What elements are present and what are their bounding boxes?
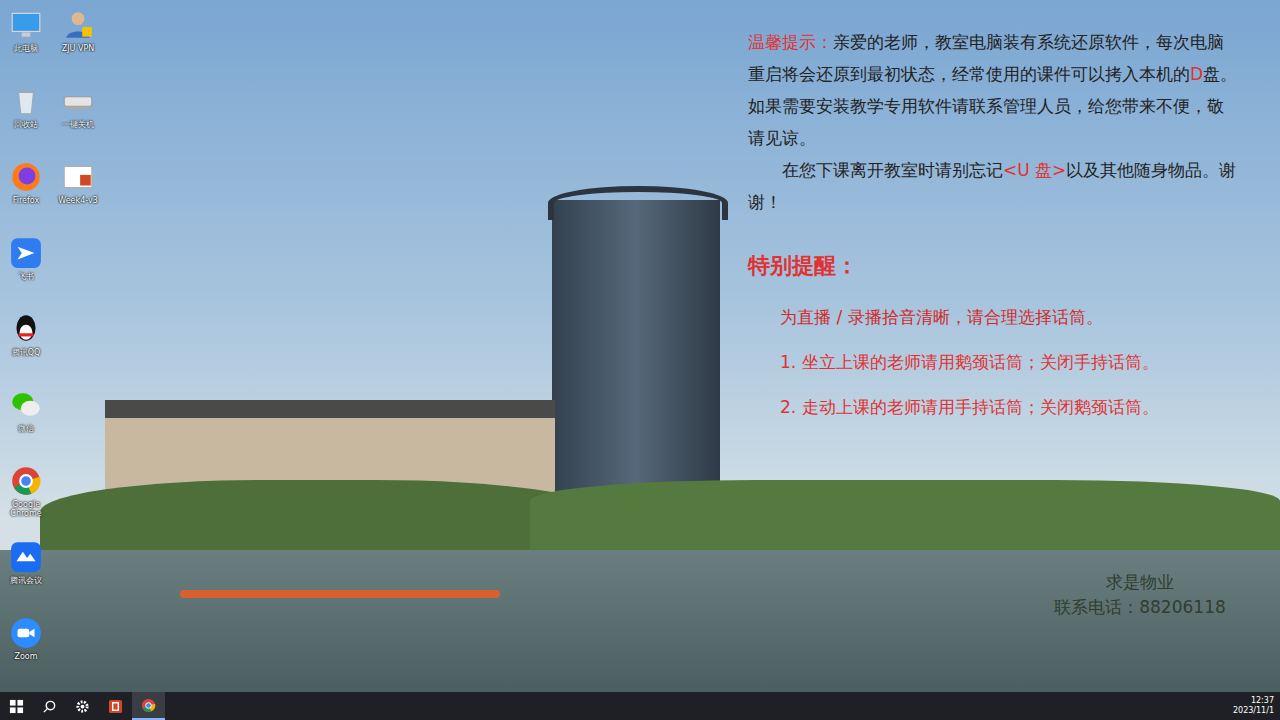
zoom-icon — [9, 616, 43, 650]
doc-icon — [61, 160, 95, 194]
notice-text: 在您下课离开教室时请别忘记 — [782, 160, 1003, 180]
icon-label: 腾讯QQ — [12, 348, 41, 357]
desktop-icon[interactable]: 微信 — [0, 386, 52, 462]
desktop-icon[interactable]: Zoom — [0, 614, 52, 690]
wechat-icon — [9, 388, 43, 422]
icon-label: 回收站 — [14, 120, 38, 129]
desktop-icon[interactable]: 腾讯QQ — [0, 310, 52, 386]
special-line: 为直播 / 录播拾音清晰，请合理选择话筒。 — [748, 306, 1238, 329]
notice-text: D — [1190, 64, 1203, 84]
icon-label: 微信 — [18, 424, 34, 433]
recycle-icon — [9, 84, 43, 118]
start-icon — [9, 699, 24, 714]
taskbar-item[interactable] — [33, 692, 66, 720]
desktop-icon[interactable]: 此电脑 — [0, 6, 52, 82]
desktop-icon[interactable]: 回收站 — [0, 82, 52, 158]
desktop-icon[interactable]: Firefox — [0, 158, 52, 234]
qq-icon — [9, 312, 43, 346]
powerpoint-icon — [108, 699, 123, 714]
icon-label: 一键关机 — [62, 120, 94, 129]
firefox-icon — [9, 160, 43, 194]
clock-date: 2023/11/1 — [1233, 706, 1274, 716]
taskbar-item[interactable] — [66, 692, 99, 720]
icon-label: Week4-v3 — [58, 196, 98, 205]
icon-label: 腾讯会议 — [10, 576, 42, 585]
taskbar-item[interactable] — [0, 692, 33, 720]
desktop-icon[interactable]: ZJU VPN — [52, 6, 104, 82]
company-info: 求是物业联系电话：88206118 — [1030, 570, 1250, 620]
desktop-icons: 此电脑回收站 Firefox 飞书腾讯QQ 微信 Google Chrome 腾讯会议 Zo… — [0, 0, 110, 690]
desktop: 此电脑回收站 Firefox 飞书腾讯QQ 微信 Google Chrome 腾讯会议 Zo… — [0, 0, 1280, 692]
special-title: 特别提醒： — [748, 248, 1238, 284]
search-icon — [42, 699, 57, 714]
icon-label: Google Chrome — [0, 500, 52, 518]
pc-icon — [9, 8, 43, 42]
chrome-icon — [141, 698, 156, 713]
notice: 温馨提示：亲爱的老师，教室电脑装有系统还原软件，每次电脑重启将会还原到最初状态，… — [748, 26, 1238, 419]
special-line: 1. 坐立上课的老师请用鹅颈话筒；关闭手持话筒。 — [748, 351, 1238, 374]
settings-icon — [75, 699, 90, 714]
taskbar-spacer — [165, 692, 1227, 720]
chrome-icon — [9, 464, 43, 498]
notice-text: 温馨提示： — [748, 32, 833, 52]
desktop-icon[interactable]: Week4-v3 — [52, 158, 104, 234]
icon-label: ZJU VPN — [62, 44, 95, 53]
clock[interactable]: 12:372023/11/1 — [1227, 692, 1280, 720]
company-name: 求是物业 — [1030, 570, 1250, 595]
vpn-icon — [61, 8, 95, 42]
icon-label: Firefox — [13, 196, 39, 205]
taskbar-item[interactable] — [132, 692, 165, 720]
company-phone: 联系电话：88206118 — [1030, 595, 1250, 620]
icon-label: 此电脑 — [14, 44, 38, 53]
notice-text: <U 盘> — [1003, 160, 1066, 180]
notice-paragraph: 在您下课离开教室时请别忘记<U 盘>以及其他随身物品。谢谢！ — [748, 154, 1238, 218]
desktop-icon[interactable]: 飞书 — [0, 234, 52, 310]
desktop-screen: 此电脑回收站 Firefox 飞书腾讯QQ 微信 Google Chrome 腾讯会议 Zo… — [0, 0, 1280, 720]
icon-label: 飞书 — [18, 272, 34, 281]
special-line: 2. 走动上课的老师请用手持话筒；关闭鹅颈话筒。 — [748, 396, 1238, 419]
icon-label: Zoom — [14, 652, 37, 661]
water — [0, 550, 1280, 692]
tower-top — [548, 186, 728, 220]
meeting-icon — [9, 540, 43, 574]
tower — [552, 200, 720, 505]
boat — [180, 590, 500, 598]
clock-time: 12:37 — [1251, 696, 1274, 706]
shutdown-icon — [61, 84, 95, 118]
desktop-icon[interactable]: Google Chrome — [0, 462, 52, 538]
desktop-icon[interactable]: 腾讯会议 — [0, 538, 52, 614]
taskbar: 12:372023/11/1 — [0, 692, 1280, 720]
desktop-icon[interactable]: 一键关机 — [52, 82, 104, 158]
trees — [530, 480, 1280, 550]
feishu-icon — [9, 236, 43, 270]
trees — [40, 480, 600, 560]
taskbar-item[interactable] — [99, 692, 132, 720]
notice-paragraph: 温馨提示：亲爱的老师，教室电脑装有系统还原软件，每次电脑重启将会还原到最初状态，… — [748, 26, 1238, 154]
